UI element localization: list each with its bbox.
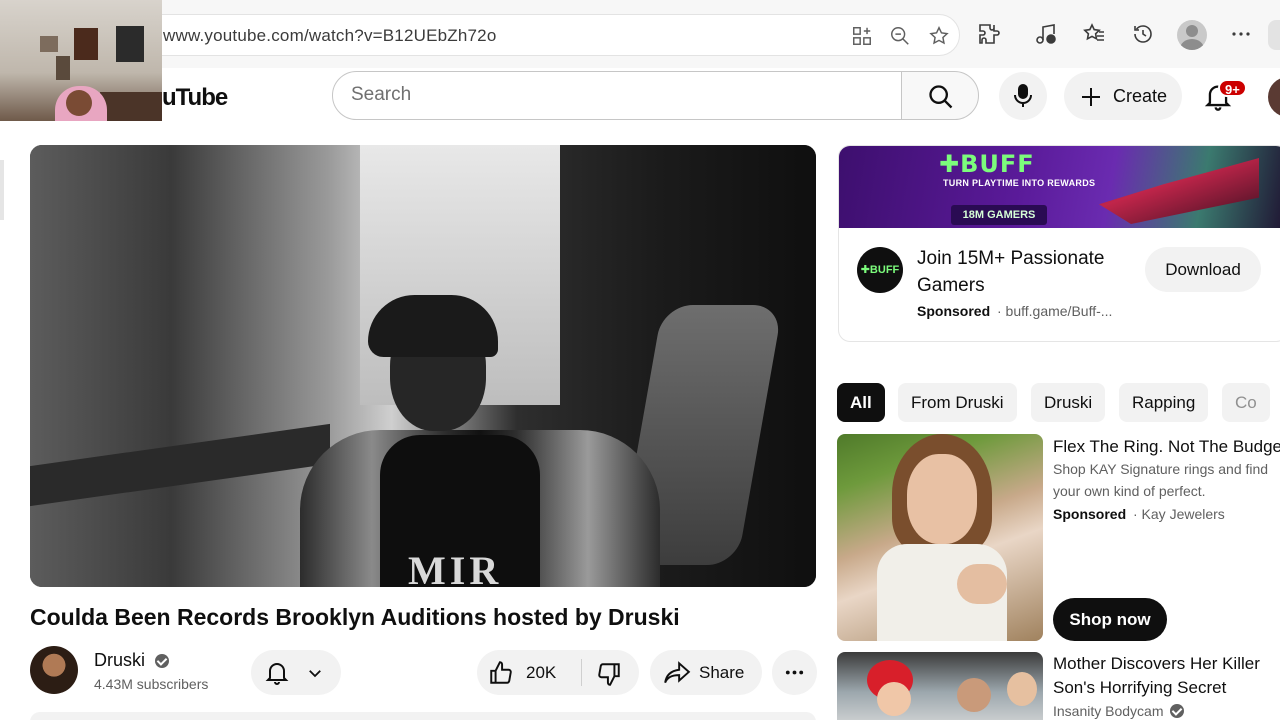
share-button[interactable]: Share (650, 650, 762, 695)
zoom-icon[interactable] (889, 25, 911, 47)
user-avatar[interactable] (1268, 77, 1280, 117)
search-button[interactable] (901, 71, 979, 120)
ad-banner-gamers: 18M GAMERS (951, 205, 1047, 225)
like-button[interactable]: 20K (477, 650, 581, 695)
video-frame-cap (368, 295, 498, 357)
create-button[interactable]: Create (1064, 72, 1182, 120)
related-video-channel[interactable]: Insanity Bodycam (1053, 703, 1184, 719)
chip-from-druski[interactable]: From Druski (898, 383, 1017, 422)
thumbnail-face (907, 454, 977, 544)
ad-url: · buff.game/Buff-... (997, 303, 1113, 319)
share-arrow-icon (664, 661, 691, 684)
thumbs-down-icon (598, 663, 620, 686)
dislike-button[interactable] (582, 650, 639, 695)
wall-poster (40, 36, 58, 52)
share-label: Share (699, 663, 745, 682)
sidebar-ad-card[interactable]: ✚BUFF TURN PLAYTIME INTO REWARDS 18M GAM… (838, 145, 1280, 342)
voice-search-button[interactable] (999, 72, 1047, 120)
microphone-icon (1014, 84, 1032, 107)
browser-profile-avatar[interactable] (1177, 20, 1207, 50)
chevron-down-icon (309, 670, 321, 678)
screen: www.youtube.com/watch?v=B12UEbZh72o uTub… (0, 0, 1280, 720)
youtube-logo[interactable]: uTube (162, 84, 228, 112)
thumbnail-face (1007, 672, 1037, 706)
thumbs-up-icon (490, 661, 512, 684)
related-video-channel-name: Insanity Bodycam (1053, 703, 1164, 719)
like-count: 20K (526, 663, 557, 682)
plus-icon (1082, 88, 1100, 106)
streamer-face (66, 90, 92, 116)
ad-banner-artwork (1099, 158, 1259, 224)
chip-all[interactable]: All (837, 383, 885, 422)
ad-download-button[interactable]: Download (1145, 247, 1261, 292)
search-icon (929, 85, 953, 109)
related-video-title-line1[interactable]: Mother Discovers Her Killer (1053, 652, 1260, 676)
notification-badge: 9+ (1218, 79, 1247, 97)
history-icon[interactable] (1131, 22, 1155, 46)
chip-druski[interactable]: Druski (1031, 383, 1106, 422)
kay-ad-sponsored-label: Sponsored (1053, 506, 1127, 522)
browser-menu-icon[interactable] (1229, 22, 1253, 46)
kay-ad-title[interactable]: Flex The Ring. Not The Budge (1053, 435, 1280, 459)
video-title: Coulda Been Records Brooklyn Auditions h… (30, 604, 680, 630)
ad-banner-tagline: TURN PLAYTIME INTO REWARDS (943, 178, 1096, 188)
webcam-desk (100, 92, 162, 121)
guide-edge (0, 160, 4, 220)
more-actions-button[interactable] (772, 650, 817, 695)
search-box[interactable] (332, 71, 902, 120)
channel-name[interactable]: Druski (94, 650, 145, 671)
webcam-overlay (0, 0, 162, 121)
address-bar[interactable]: www.youtube.com/watch?v=B12UEbZh72o (140, 14, 960, 56)
shop-now-button[interactable]: Shop now (1053, 598, 1167, 641)
verified-badge-icon (1169, 704, 1184, 718)
media-control-icon[interactable] (1034, 22, 1058, 46)
favorite-star-icon[interactable] (928, 25, 950, 47)
kay-ad-thumbnail[interactable] (837, 434, 1043, 641)
description-box[interactable] (30, 712, 816, 720)
related-video-title-line2[interactable]: Son's Horrifying Secret (1053, 676, 1226, 700)
extensions-icon[interactable] (977, 22, 1001, 46)
video-player[interactable]: MIR (30, 145, 816, 587)
kay-ad-advertiser: · Kay Jewelers (1133, 506, 1225, 522)
thumbnail-face (957, 678, 991, 712)
subscription-notifications-button[interactable] (251, 650, 341, 695)
wall-poster (74, 28, 98, 60)
channel-avatar[interactable] (30, 646, 78, 694)
search-input[interactable] (351, 84, 871, 106)
verified-badge-icon (155, 654, 169, 668)
create-label: Create (1113, 86, 1168, 106)
kay-ad-description-line1: Shop KAY Signature rings and find (1053, 461, 1269, 477)
ad-banner-image[interactable]: ✚BUFF TURN PLAYTIME INTO REWARDS 18M GAM… (839, 146, 1280, 228)
wall-poster (56, 56, 70, 80)
like-dislike-group: 20K (477, 650, 639, 695)
kay-ad-description-line2: your own kind of perfect. (1053, 483, 1206, 499)
app-available-icon[interactable] (851, 25, 873, 47)
wall-poster (116, 26, 144, 62)
advertiser-logo[interactable]: ✚BUFF (857, 247, 903, 293)
ad-banner-logo: ✚BUFF (939, 150, 1035, 178)
thumbnail-face (877, 682, 911, 716)
favorites-icon[interactable] (1082, 22, 1106, 46)
subscriber-count: 4.43M subscribers (94, 676, 209, 692)
ad-sponsored-label: Sponsored (917, 303, 991, 319)
thumbnail-hand (957, 564, 1007, 604)
bell-icon (265, 663, 289, 685)
ad-title[interactable]: Join 15M+ Passionate Gamers (917, 245, 1137, 299)
chip-rapping[interactable]: Rapping (1119, 383, 1209, 422)
copilot-edge-button[interactable] (1268, 20, 1280, 50)
more-horizontal-icon (785, 670, 804, 675)
url-text[interactable]: www.youtube.com/watch?v=B12UEbZh72o (163, 26, 497, 46)
chip-overflow[interactable]: Co (1222, 383, 1270, 422)
hoodie-print: MIR (408, 548, 503, 587)
browser-toolbar: www.youtube.com/watch?v=B12UEbZh72o (0, 0, 1280, 68)
video-thumbnail[interactable] (837, 652, 1043, 720)
